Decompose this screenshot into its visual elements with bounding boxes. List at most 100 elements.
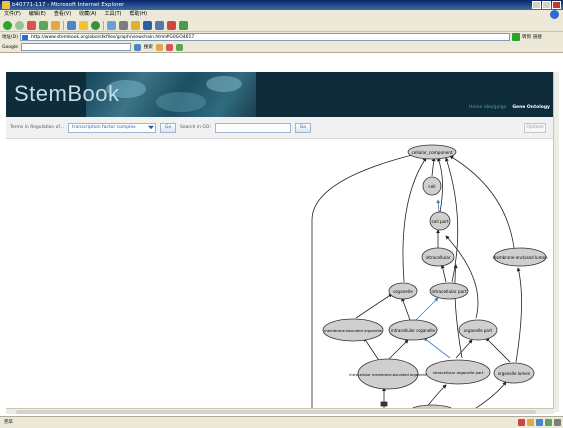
graph-node-label: membrane-bounded organelle: [324, 328, 382, 333]
google-search-button[interactable]: 搜索: [144, 44, 153, 50]
search-input[interactable]: [214, 122, 291, 133]
graph-edge: [455, 339, 473, 359]
graph-edge: [423, 337, 451, 359]
google-search-icon[interactable]: [133, 43, 141, 51]
site-banner: StemBook Home obo/go/go Gene Ontology: [6, 72, 554, 117]
refresh-icon[interactable]: [39, 20, 48, 30]
graph-node-label: cellular_component: [411, 150, 452, 155]
graph-edge: [355, 293, 393, 319]
graph-node-marker: [380, 401, 388, 407]
graph-node[interactable]: membrane-bounded organelle: [322, 318, 384, 342]
graph-node[interactable]: intracellular organelle: [388, 319, 438, 341]
graph-edge: [453, 264, 463, 359]
google-search-input[interactable]: [20, 43, 131, 51]
google-pagerank-icon: [155, 43, 163, 51]
graph-node[interactable]: organelle part: [458, 319, 498, 341]
autofill-icon[interactable]: [175, 43, 183, 51]
close-button[interactable]: [552, 1, 561, 9]
go-button[interactable]: 转到: [522, 34, 531, 40]
vertical-scrollbar[interactable]: [553, 72, 559, 412]
graph-edge: [475, 381, 507, 408]
term-select-value: transcription factor complex: [71, 124, 136, 130]
minimize-button[interactable]: [532, 1, 541, 9]
maximize-button[interactable]: [542, 1, 551, 9]
graph-node[interactable]: intracellular part: [429, 282, 469, 300]
term-select[interactable]: transcription factor complex: [67, 122, 156, 133]
horizontal-scroll-thumb[interactable]: [16, 410, 536, 414]
status-tray: [518, 419, 561, 426]
popup-blocker-icon[interactable]: [165, 43, 173, 51]
menu-favorites[interactable]: 收藏(A): [79, 10, 96, 19]
graph-edge: [485, 337, 511, 363]
links-button[interactable]: 链接: [533, 34, 542, 40]
menu-view[interactable]: 查看(V): [54, 10, 71, 19]
word-icon[interactable]: [143, 20, 152, 30]
graph-node-label: intracellular membrane-bounded organelle: [349, 373, 427, 377]
site-logo[interactable]: StemBook: [14, 81, 120, 107]
ie-app-icon: [2, 1, 10, 9]
address-url: http://www.stembook.org/obo/stkfiles/gra…: [30, 35, 195, 40]
nav-gene-ontology-link[interactable]: Gene Ontology: [512, 105, 550, 110]
graph-edge: [425, 384, 447, 408]
window-title: b40771-117 - Microsoft Internet Explorer: [12, 2, 125, 8]
graph-node-label: intracellular organelle: [391, 328, 435, 333]
toolbar-separator: [63, 20, 64, 30]
graph-node[interactable]: cell part: [429, 211, 451, 231]
graph-node[interactable]: cell: [422, 176, 442, 196]
toolbar-separator: [103, 20, 104, 30]
graph-node[interactable]: intracellular membrane-bounded organelle: [349, 358, 427, 390]
graph-node-label: intracellular organelle part: [433, 370, 484, 375]
flag-icon[interactable]: [167, 20, 176, 30]
graph-edge: [363, 337, 381, 363]
graph-node-label: organelle part: [464, 328, 493, 333]
messenger-icon[interactable]: [155, 20, 164, 30]
menu-help[interactable]: 帮助(H): [129, 10, 147, 19]
graph-node-label: cell: [428, 184, 435, 189]
address-input[interactable]: http://www.stembook.org/obo/stkfiles/gra…: [19, 33, 510, 41]
go-arrow-icon[interactable]: [511, 33, 520, 41]
terms-go-button[interactable]: Go: [159, 122, 176, 133]
graph-node[interactable]: intracellular: [421, 247, 455, 267]
graph-node[interactable]: membrane-enclosed lumen: [493, 247, 548, 267]
graph-node[interactable]: organelle: [388, 282, 418, 300]
graph-edge: [415, 297, 439, 321]
page-icon: [21, 35, 28, 40]
home-icon[interactable]: [51, 20, 60, 30]
status-icon: [518, 419, 525, 426]
back-icon[interactable]: [3, 20, 12, 30]
google-toolbar: Google 搜索: [0, 42, 563, 53]
mail-icon[interactable]: [107, 20, 116, 30]
menu-edit[interactable]: 编辑(E): [29, 10, 46, 19]
graph-node[interactable]: organelle lumen: [493, 362, 535, 384]
search-icon[interactable]: [67, 20, 76, 30]
status-icon: [536, 419, 543, 426]
address-label: 地址(D): [2, 35, 18, 40]
google-label: Google: [2, 44, 18, 50]
history-icon[interactable]: [91, 20, 100, 30]
graph-controls: Terms in Regulation of... transcription …: [6, 117, 554, 139]
options-button[interactable]: Options: [524, 123, 546, 133]
menu-bar: 文件(F) 编辑(E) 查看(V) 收藏(A) 工具(T) 帮助(H): [0, 10, 563, 19]
forward-icon[interactable]: [15, 20, 24, 30]
graph-node-label: membrane-enclosed lumen: [493, 255, 548, 260]
stop-icon[interactable]: [27, 20, 36, 30]
horizontal-scrollbar[interactable]: [6, 408, 554, 414]
graph-node-label: organelle: [393, 289, 413, 294]
window-controls: [532, 1, 561, 9]
site-nav: Home obo/go/go Gene Ontology: [469, 105, 550, 110]
menu-file[interactable]: 文件(F): [4, 10, 21, 19]
go-graph: cellular_component cell cell part intrac…: [311, 144, 548, 408]
research-icon[interactable]: [179, 20, 188, 30]
graph-node[interactable]: intracellular organelle part: [425, 359, 491, 385]
status-icon: [554, 419, 561, 426]
graph-node-label: organelle lumen: [498, 371, 531, 376]
search-label: Search in GO:: [179, 125, 211, 130]
folder-icon[interactable]: [131, 20, 140, 30]
favorites-star-icon[interactable]: [79, 20, 88, 30]
search-go-button[interactable]: Go: [294, 122, 311, 133]
nav-home-link[interactable]: Home obo/go/go: [469, 105, 506, 110]
menu-tools[interactable]: 工具(T): [105, 10, 122, 19]
print-icon[interactable]: [119, 20, 128, 30]
status-bar: 完毕: [0, 416, 563, 428]
graph-node[interactable]: cellular_component: [407, 144, 457, 160]
